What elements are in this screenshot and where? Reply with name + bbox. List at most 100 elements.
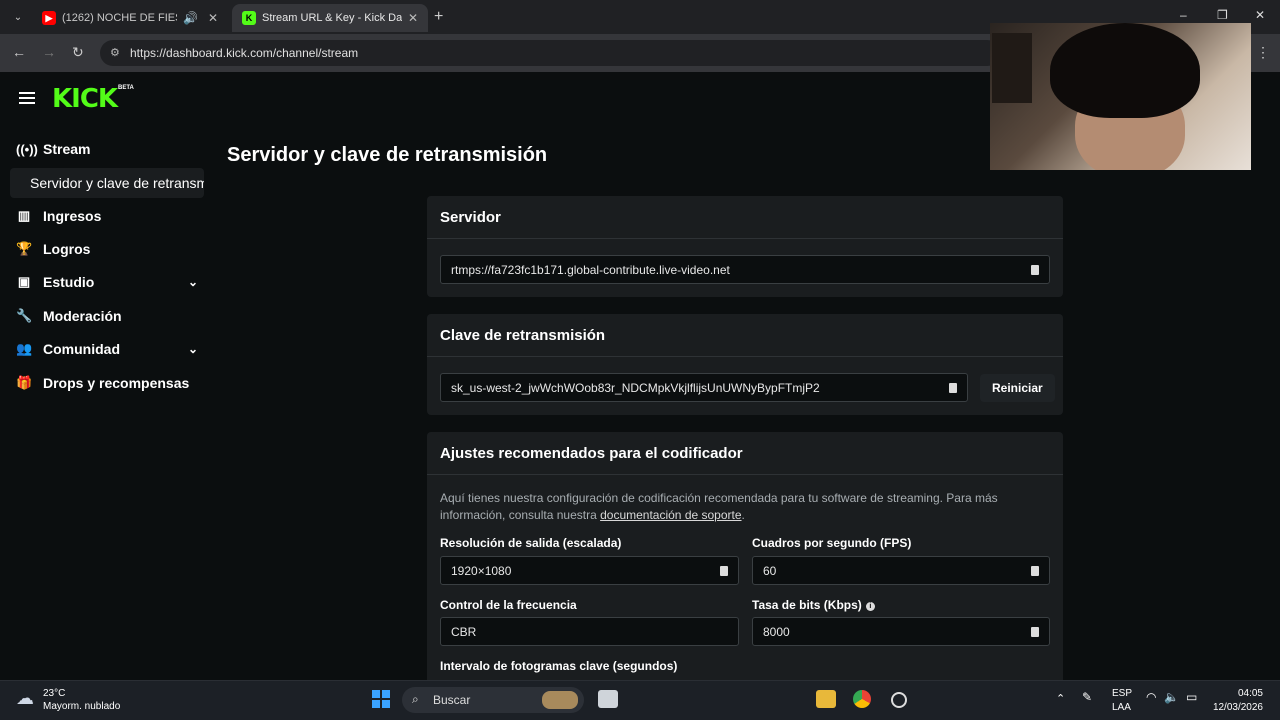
rate-control-label: Control de la frecuencia bbox=[440, 598, 577, 612]
rate-control-field[interactable]: CBR bbox=[440, 617, 739, 646]
resolution-field[interactable]: 1920×1080 bbox=[440, 556, 739, 585]
resolution-value: 1920×1080 bbox=[451, 563, 512, 578]
kick-favicon-icon: K bbox=[242, 11, 256, 25]
pen-icon[interactable]: ✎ bbox=[1082, 690, 1092, 704]
resolution-label: Resolución de salida (escalada) bbox=[440, 536, 622, 550]
weather-desc[interactable]: Mayorm. nublado bbox=[43, 701, 120, 712]
bitrate-field[interactable]: 8000 bbox=[752, 617, 1050, 646]
lang-bottom[interactable]: LAA bbox=[1112, 702, 1131, 713]
webcam-overlay bbox=[990, 23, 1251, 170]
weather-temp[interactable]: 23°C bbox=[43, 688, 65, 699]
reload-icon[interactable]: ↻ bbox=[72, 44, 84, 61]
community-icon: 👥 bbox=[16, 341, 33, 356]
server-url-value: rtmps://fa723fc1b171.global-contribute.l… bbox=[451, 262, 730, 277]
sidebar-item-moderacion[interactable]: 🔧 Moderación bbox=[16, 304, 206, 328]
file-explorer-icon[interactable] bbox=[816, 690, 836, 708]
bitrate-value: 8000 bbox=[763, 624, 790, 639]
clock-date[interactable]: 12/03/2026 bbox=[1211, 702, 1263, 713]
copy-icon[interactable] bbox=[949, 383, 957, 393]
close-window-button[interactable]: ✕ bbox=[1255, 8, 1265, 22]
bar-chart-icon: ▥ bbox=[17, 208, 31, 223]
sidebar-item-logros[interactable]: 🏆 Logros bbox=[16, 237, 206, 261]
sidebar-item-label: Estudio bbox=[43, 274, 95, 290]
encoder-description: Aquí tienes nuestra configuración de cod… bbox=[440, 490, 1040, 524]
site-info-icon[interactable]: ⚙ bbox=[110, 46, 120, 59]
url-input[interactable]: ⚙ https://dashboard.kick.com/channel/str… bbox=[100, 40, 1000, 66]
beta-badge: BETA bbox=[118, 85, 134, 91]
clock-time[interactable]: 04:05 bbox=[1211, 688, 1263, 699]
search-placeholder: Buscar bbox=[433, 693, 471, 707]
url-text: https://dashboard.kick.com/channel/strea… bbox=[130, 46, 359, 60]
encoder-heading: Ajustes recomendados para el codificador bbox=[427, 432, 1063, 475]
sidebar-item-label: Logros bbox=[43, 241, 91, 257]
tab-search-chevron-icon[interactable]: ⌄ bbox=[8, 7, 28, 27]
wifi-icon[interactable]: ◠ bbox=[1146, 690, 1156, 704]
sidebar-item-comunidad[interactable]: 👥 Comunidad ⌄ bbox=[16, 337, 206, 361]
sidebar-item-label: Servidor y clave de retransmisión bbox=[30, 175, 204, 191]
gift-icon: 🎁 bbox=[16, 375, 33, 390]
copy-icon[interactable] bbox=[720, 566, 728, 576]
new-tab-button[interactable]: + bbox=[434, 8, 443, 26]
studio-icon: ▣ bbox=[17, 274, 31, 289]
taskbar-search[interactable]: ⌕ Buscar bbox=[402, 687, 584, 713]
sidebar-item-stream[interactable]: ((•)) Stream bbox=[16, 137, 206, 161]
chrome-icon[interactable] bbox=[853, 690, 871, 708]
fps-field[interactable]: 60 bbox=[752, 556, 1050, 585]
server-url-field[interactable]: rtmps://fa723fc1b171.global-contribute.l… bbox=[440, 255, 1050, 284]
sidebar-item-server-key[interactable]: Servidor y clave de retransmisión bbox=[10, 168, 204, 198]
fps-value: 60 bbox=[763, 563, 777, 578]
obs-icon[interactable] bbox=[891, 692, 907, 708]
page-title: Servidor y clave de retransmisión bbox=[227, 144, 548, 166]
tab-close-icon[interactable]: ✕ bbox=[408, 11, 418, 25]
sidebar-item-label: Drops y recompensas bbox=[43, 375, 190, 391]
info-icon[interactable]: i bbox=[865, 602, 875, 611]
server-heading: Servidor bbox=[427, 196, 1063, 239]
chevron-down-icon[interactable]: ⌄ bbox=[188, 342, 198, 356]
speaker-icon[interactable]: 🔊 bbox=[183, 11, 198, 25]
minimize-button[interactable]: – bbox=[1180, 8, 1187, 22]
stream-key-value: sk_us-west-2_jwWchWOob83r_NDCMpkVkjlflij… bbox=[451, 380, 820, 395]
back-icon[interactable]: ← bbox=[12, 44, 26, 60]
webcam-background bbox=[992, 33, 1032, 103]
task-view-icon[interactable] bbox=[598, 690, 618, 708]
sidebar-item-estudio[interactable]: ▣ Estudio ⌄ bbox=[16, 270, 206, 294]
youtube-favicon-icon: ▶ bbox=[42, 11, 56, 25]
chevron-down-icon[interactable]: ⌄ bbox=[188, 275, 198, 289]
copy-icon[interactable] bbox=[1031, 627, 1039, 637]
cloud-icon[interactable]: ☁ bbox=[16, 688, 34, 709]
webcam-hair bbox=[1050, 23, 1200, 118]
sidebar-item-label: Stream bbox=[43, 141, 91, 157]
copy-icon[interactable] bbox=[1031, 265, 1039, 275]
trophy-icon: 🏆 bbox=[16, 241, 33, 256]
chevron-up-icon[interactable]: ⌃ bbox=[1056, 692, 1065, 705]
windows-start-icon[interactable] bbox=[372, 690, 390, 708]
wrench-icon: 🔧 bbox=[16, 308, 33, 323]
browser-menu-icon[interactable]: ⋮ bbox=[1256, 44, 1270, 61]
stream-key-field[interactable]: sk_us-west-2_jwWchWOob83r_NDCMpkVkjlflij… bbox=[440, 373, 968, 402]
sidebar-item-drops[interactable]: 🎁 Drops y recompensas bbox=[16, 371, 206, 395]
search-highlight-image bbox=[542, 691, 578, 709]
browser-tab-youtube[interactable]: ▶ (1262) NOCHE DE FIESTA E 🔊 ✕ bbox=[32, 4, 228, 32]
sidebar-item-label: Ingresos bbox=[43, 208, 102, 224]
battery-icon[interactable]: ▭ bbox=[1186, 690, 1197, 704]
copy-icon[interactable] bbox=[1031, 566, 1039, 576]
fps-label: Cuadros por segundo (FPS) bbox=[752, 536, 912, 550]
hamburger-menu-icon[interactable] bbox=[19, 92, 35, 104]
maximize-button[interactable]: ❐ bbox=[1217, 8, 1228, 22]
sidebar-item-label: Moderación bbox=[43, 308, 122, 324]
reset-key-button[interactable]: Reiniciar bbox=[980, 374, 1055, 402]
support-docs-link[interactable]: documentación de soporte bbox=[600, 508, 741, 522]
volume-icon[interactable]: 🔈 bbox=[1164, 690, 1179, 704]
bitrate-label-text: Tasa de bits (Kbps) bbox=[752, 598, 862, 612]
sidebar-item-ingresos[interactable]: ▥ Ingresos bbox=[16, 204, 206, 228]
browser-tab-kick[interactable]: K Stream URL & Key - Kick Dashb ✕ bbox=[232, 4, 428, 32]
rate-control-value: CBR bbox=[451, 624, 477, 639]
forward-icon[interactable]: → bbox=[42, 44, 56, 60]
lang-top[interactable]: ESP bbox=[1112, 688, 1132, 699]
kick-logo[interactable]: KICK bbox=[52, 84, 118, 114]
tab-title: Stream URL & Key - Kick Dashb bbox=[262, 12, 402, 24]
keyframe-label: Intervalo de fotogramas clave (segundos) bbox=[440, 659, 678, 673]
tab-close-icon[interactable]: ✕ bbox=[208, 11, 218, 25]
sidebar-item-label: Comunidad bbox=[43, 341, 120, 357]
bitrate-label: Tasa de bits (Kbps) i bbox=[752, 598, 875, 612]
